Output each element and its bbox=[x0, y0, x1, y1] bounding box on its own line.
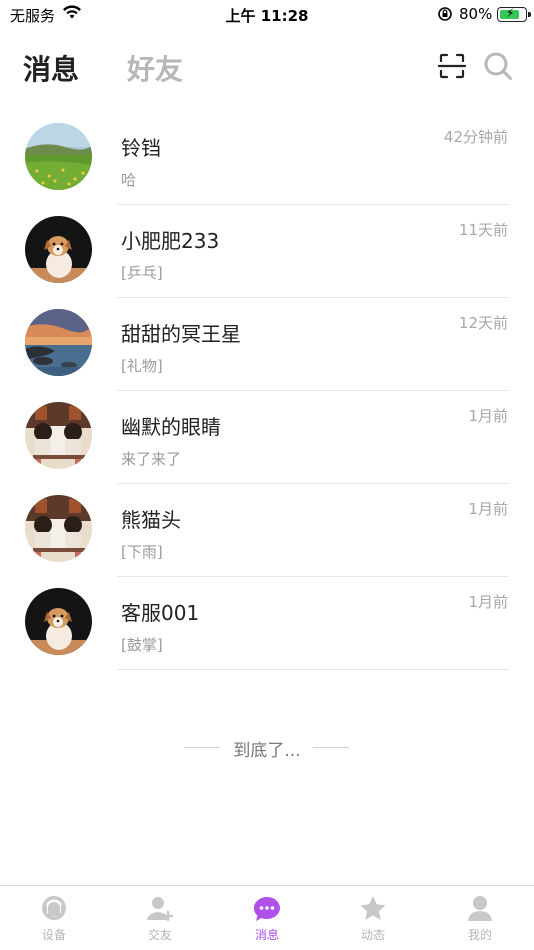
rotation-lock-icon bbox=[437, 5, 453, 27]
avatar-sunset-lake bbox=[25, 309, 92, 376]
tab-device[interactable]: 设备 bbox=[14, 894, 94, 943]
tab-messages[interactable]: 消息 bbox=[23, 48, 79, 88]
avatar-landscape bbox=[25, 123, 92, 190]
end-of-list-text: 到底了... bbox=[233, 741, 301, 761]
header: 消息 好友 bbox=[0, 40, 534, 96]
conversation-item[interactable]: 幽默的眼睛 来了来了 1月前 bbox=[0, 391, 534, 484]
conversation-time: 1月前 bbox=[468, 407, 508, 425]
conversation-item[interactable]: 熊猫头 [下雨] 1月前 bbox=[0, 484, 534, 577]
status-time: 上午 11:28 bbox=[225, 7, 309, 25]
end-of-list: 到底了... bbox=[0, 735, 534, 761]
conversation-name: 客服001 bbox=[121, 601, 200, 625]
tab-make-friends-label: 交友 bbox=[147, 928, 172, 942]
add-friend-icon bbox=[145, 894, 175, 924]
tab-moments[interactable]: 动态 bbox=[333, 894, 413, 943]
tab-mine[interactable]: 我的 bbox=[440, 894, 520, 943]
battery-percent: 80% bbox=[459, 5, 493, 23]
conversation-item[interactable]: 甜甜的冥王星 [礼物] 12天前 bbox=[0, 298, 534, 391]
conversation-preview: [鼓掌] bbox=[121, 636, 163, 654]
conversation-list: 铃铛 哈 42分钟前 小肥肥233 [乒乓] 11天前 甜甜的冥王星 [礼物] … bbox=[0, 112, 534, 670]
conversation-time: 1月前 bbox=[468, 593, 508, 611]
avatar-cartoon-couple bbox=[25, 402, 92, 469]
tab-mine-label: 我的 bbox=[467, 928, 492, 942]
conversation-time: 1月前 bbox=[468, 500, 508, 518]
device-icon bbox=[39, 894, 69, 924]
conversation-preview: [乒乓] bbox=[121, 264, 163, 282]
star-icon bbox=[358, 894, 388, 924]
conversation-preview: [下雨] bbox=[121, 543, 163, 561]
conversation-time: 12天前 bbox=[458, 314, 508, 332]
conversation-name: 小肥肥233 bbox=[121, 229, 220, 253]
messages-screen: 无服务 上午 11:28 80% ⚡ 消息 好友 铃铛 哈 42分钟前 小肥肥2… bbox=[0, 0, 534, 950]
conversation-preview: 哈 bbox=[121, 171, 137, 189]
end-line-right bbox=[313, 747, 349, 748]
conversation-name: 熊猫头 bbox=[121, 508, 181, 532]
conversation-preview: 来了来了 bbox=[121, 450, 182, 468]
divider bbox=[117, 669, 509, 670]
conversation-name: 铃铛 bbox=[121, 136, 161, 160]
tab-make-friends[interactable]: 交友 bbox=[120, 894, 200, 943]
conversation-item[interactable]: 小肥肥233 [乒乓] 11天前 bbox=[0, 205, 534, 298]
tab-messages-nav-label: 消息 bbox=[254, 928, 279, 942]
message-icon bbox=[252, 894, 282, 924]
avatar-dog bbox=[25, 588, 92, 655]
avatar-cartoon-couple bbox=[25, 495, 92, 562]
tab-device-label: 设备 bbox=[41, 928, 66, 942]
avatar-dog bbox=[25, 216, 92, 283]
conversation-time: 42分钟前 bbox=[443, 128, 508, 146]
conversation-name: 甜甜的冥王星 bbox=[121, 322, 241, 346]
scan-icon[interactable] bbox=[437, 52, 467, 80]
conversation-name: 幽默的眼睛 bbox=[121, 415, 221, 439]
bottom-tab-bar: 设备 交友 消息 动态 我的 bbox=[0, 885, 534, 950]
tab-messages-nav[interactable]: 消息 bbox=[227, 894, 307, 943]
conversation-item[interactable]: 铃铛 哈 42分钟前 bbox=[0, 112, 534, 205]
conversation-item[interactable]: 客服001 [鼓掌] 1月前 bbox=[0, 577, 534, 670]
tab-friends[interactable]: 好友 bbox=[127, 48, 183, 88]
conversation-time: 11天前 bbox=[458, 221, 508, 239]
battery-icon: ⚡ bbox=[497, 6, 531, 22]
tab-moments-label: 动态 bbox=[360, 928, 385, 942]
status-bar: 无服务 上午 11:28 80% ⚡ bbox=[0, 0, 534, 30]
search-icon[interactable] bbox=[482, 50, 514, 82]
profile-icon bbox=[465, 894, 495, 924]
conversation-preview: [礼物] bbox=[121, 357, 163, 375]
